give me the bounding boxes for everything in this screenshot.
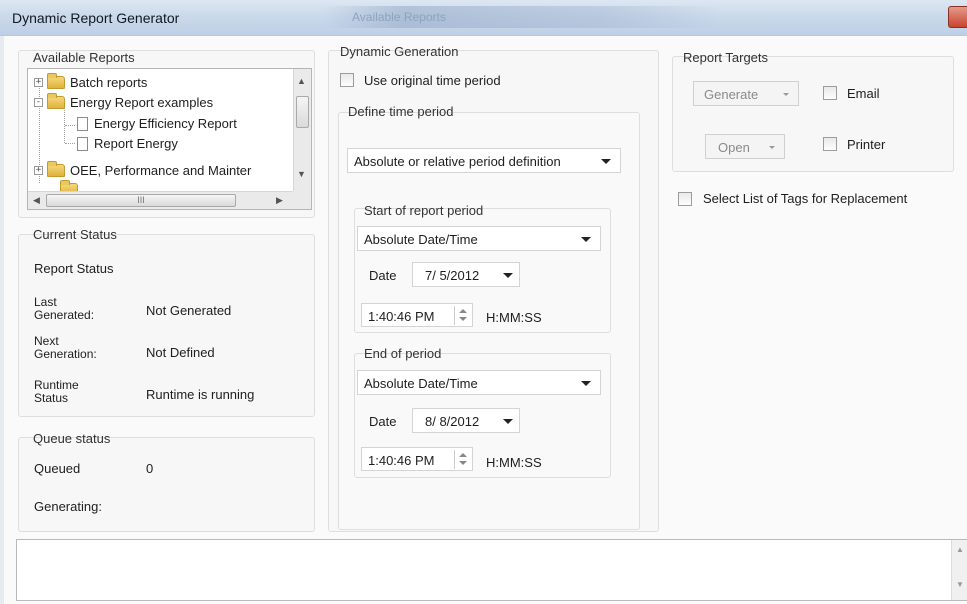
time-spinner-icon[interactable] — [454, 450, 470, 469]
end-time-input[interactable]: 1:40:46 PM — [361, 447, 473, 471]
open-select[interactable]: Open — [705, 134, 785, 159]
last-generated-label: Last Generated: — [34, 295, 95, 322]
scroll-down-icon[interactable]: ▼ — [297, 169, 306, 179]
close-button[interactable] — [948, 6, 967, 28]
period-mode-value: Absolute or relative period definition — [354, 154, 561, 169]
start-period-label: Start of report period — [364, 203, 484, 218]
tree-item-label: Report Energy — [94, 136, 178, 151]
start-time-format: H:MM:SS — [486, 310, 542, 325]
queue-status-group — [18, 437, 315, 532]
next-generation-value: Not Defined — [146, 345, 215, 360]
end-period-label: End of period — [364, 346, 442, 361]
window-title: Dynamic Report Generator — [12, 10, 180, 26]
available-reports-label: Available Reports — [33, 50, 135, 65]
report-targets-label: Report Targets — [683, 50, 769, 65]
queued-value: 0 — [146, 461, 154, 476]
start-time-input[interactable]: 1:40:46 PM — [361, 303, 473, 327]
end-date-picker[interactable]: 8/ 8/2012 — [412, 408, 520, 433]
start-type-select[interactable]: Absolute Date/Time — [357, 226, 601, 251]
chevron-down-icon — [503, 419, 513, 424]
tree-item-label: Energy Report examples — [70, 95, 214, 110]
use-original-label: Use original time period — [364, 73, 501, 88]
printer-checkbox[interactable] — [823, 137, 837, 151]
tree-horizontal-scrollbar[interactable]: ◀ III ▶ — [28, 191, 294, 209]
expand-icon[interactable]: + — [34, 78, 43, 87]
tree-vertical-scrollbar[interactable]: ▲ ▼ — [293, 69, 311, 193]
next-generation-label: Next Generation: — [34, 334, 97, 361]
folder-icon — [47, 73, 65, 89]
end-time-format: H:MM:SS — [486, 455, 542, 470]
chevron-down-icon — [783, 93, 789, 96]
end-time-value: 1:40:46 PM — [368, 453, 435, 468]
reports-tree[interactable]: + Batch reports - Energy Report examples… — [27, 68, 312, 210]
end-date-label: Date — [369, 414, 397, 429]
scroll-up-icon[interactable]: ▲ — [297, 76, 306, 86]
start-time-value: 1:40:46 PM — [368, 309, 435, 324]
define-period-label: Define time period — [348, 104, 454, 119]
document-icon — [77, 116, 88, 131]
title-bar: Dynamic Report Generator Available Repor… — [0, 0, 967, 36]
start-date-value: 7/ 5/2012 — [425, 268, 480, 283]
collapse-icon[interactable]: - — [34, 98, 43, 107]
folder-open-icon — [47, 93, 65, 109]
tree-item-report-energy[interactable]: Report Energy — [77, 136, 178, 151]
expand-icon[interactable]: + — [34, 166, 43, 175]
tree-item-label: Energy Efficiency Report — [94, 116, 237, 131]
email-checkbox[interactable] — [823, 86, 837, 100]
scroll-up-icon[interactable]: ▲ — [956, 545, 964, 554]
scroll-grip: III — [137, 195, 145, 205]
hscroll-thumb[interactable]: III — [46, 194, 236, 207]
scroll-thumb[interactable] — [296, 96, 309, 128]
end-type-select[interactable]: Absolute Date/Time — [357, 370, 601, 395]
start-date-picker[interactable]: 7/ 5/2012 — [412, 262, 520, 287]
ghost-tab: Available Reports — [322, 6, 722, 28]
chevron-down-icon — [601, 159, 611, 164]
runtime-status-value: Runtime is running — [146, 387, 255, 402]
tree-item-batch-reports[interactable]: + Batch reports — [34, 73, 148, 90]
end-type-value: Absolute Date/Time — [364, 376, 478, 391]
tree-item-label: Batch reports — [70, 75, 148, 90]
tree-item-oee[interactable]: + OEE, Performance and Mainter — [34, 161, 252, 178]
scroll-down-icon[interactable]: ▼ — [956, 580, 964, 589]
queued-label: Queued — [34, 461, 81, 476]
generating-label: Generating: — [34, 499, 102, 514]
time-spinner-icon[interactable] — [454, 306, 470, 325]
tree-item-label: OEE, Performance and Mainter — [70, 163, 252, 178]
email-label: Email — [847, 86, 880, 101]
scroll-right-icon[interactable]: ▶ — [276, 195, 283, 206]
select-tags-label: Select List of Tags for Replacement — [703, 191, 908, 206]
chevron-down-icon — [581, 381, 591, 386]
period-mode-select[interactable]: Absolute or relative period definition — [347, 148, 621, 173]
output-scrollbar[interactable]: ▲ ▼ — [951, 540, 967, 600]
queue-status-label: Queue status — [33, 431, 111, 446]
current-status-label: Current Status — [33, 227, 117, 242]
chevron-down-icon — [581, 237, 591, 242]
open-value: Open — [718, 140, 750, 155]
ghost-tab-label: Available Reports — [352, 10, 446, 24]
dynamic-generation-label: Dynamic Generation — [340, 44, 459, 59]
report-status-label: Report Status — [34, 261, 114, 276]
use-original-checkbox[interactable] — [340, 73, 354, 87]
start-type-value: Absolute Date/Time — [364, 232, 478, 247]
output-textbox[interactable]: ▲ ▼ — [16, 539, 967, 601]
chevron-down-icon — [769, 146, 775, 149]
last-generated-value: Not Generated — [146, 303, 232, 318]
scroll-left-icon[interactable]: ◀ — [33, 195, 40, 206]
tree-item-energy-efficiency-report[interactable]: Energy Efficiency Report — [77, 116, 237, 131]
start-date-label: Date — [369, 268, 397, 283]
chevron-down-icon — [503, 273, 513, 278]
folder-icon — [47, 161, 65, 177]
generate-value: Generate — [704, 87, 759, 102]
end-date-value: 8/ 8/2012 — [425, 414, 480, 429]
printer-label: Printer — [847, 137, 886, 152]
generate-select[interactable]: Generate — [693, 81, 799, 106]
select-tags-checkbox[interactable] — [678, 192, 692, 206]
runtime-status-label: Runtime Status — [34, 378, 79, 405]
tree-item-energy-report-examples[interactable]: - Energy Report examples — [34, 93, 214, 110]
document-icon — [77, 136, 88, 151]
